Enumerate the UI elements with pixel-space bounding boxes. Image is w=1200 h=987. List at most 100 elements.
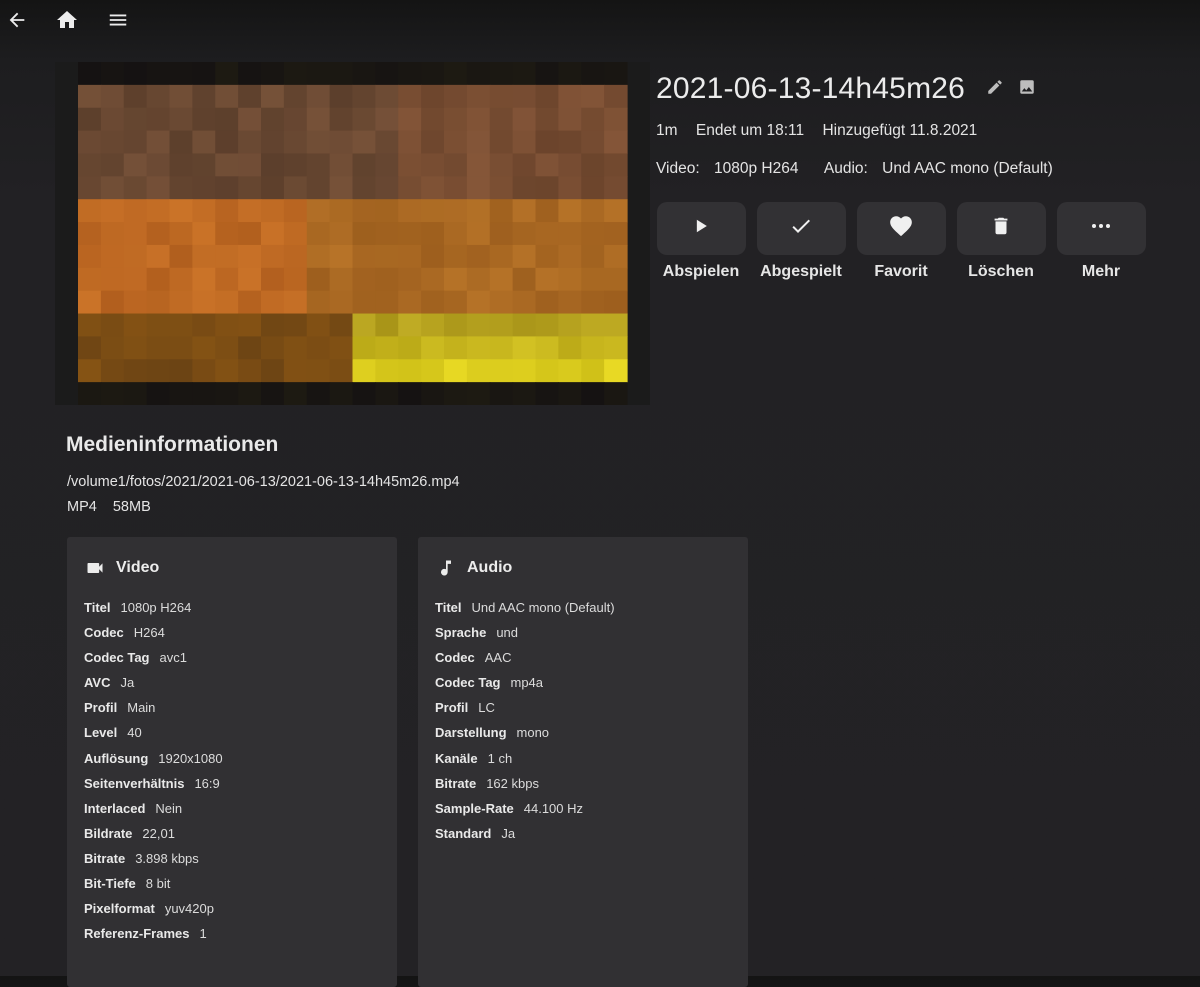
video-properties: Titel 1080p H264 Codec H264 Codec Tag avc1 AVC… — [84, 599, 223, 950]
menu-button[interactable] — [104, 6, 132, 34]
played-button[interactable]: Abgespielt — [756, 202, 846, 281]
property-key: Bitrate — [435, 775, 477, 791]
played-button-box[interactable] — [756, 202, 846, 255]
file-path: /volume1/fotos/2021/2021-06-13/2021-06-1… — [67, 474, 460, 490]
property-row: Bitrate 3.898 kbps — [84, 850, 223, 875]
play-label: Abspielen — [662, 263, 740, 280]
audio-stream-label: Audio: — [823, 160, 868, 177]
property-key: Darstellung — [435, 725, 507, 741]
video-card-header: Video — [85, 559, 159, 577]
image-icon — [1018, 78, 1036, 101]
arrow-left-icon — [6, 9, 28, 31]
property-key: Profil — [435, 700, 469, 716]
property-value: 22,01 — [142, 825, 175, 841]
date-added: Hinzugefügt 11.8.2021 — [822, 122, 978, 139]
play-icon — [691, 216, 711, 241]
property-value: Nein — [155, 800, 183, 816]
audio-properties: Titel Und AAC mono (Default) Sprache und Cod… — [435, 599, 615, 850]
property-value: 1 ch — [487, 750, 513, 766]
edit-images-button[interactable] — [1017, 79, 1037, 99]
meta-info: 1m Endet um 18:11 Hinzugefügt 11.8.2021 — [656, 122, 991, 140]
property-key: Titel — [435, 600, 462, 615]
property-row: Level 40 — [84, 724, 223, 749]
stream-info: Video: 1080p H264 Audio: Und AAC mono (D… — [656, 160, 1075, 178]
property-row: Bildrate 22,01 — [84, 825, 223, 850]
video-stream-value[interactable]: 1080p H264 — [714, 160, 798, 177]
property-key: Titel — [84, 600, 111, 615]
property-key: Auflösung — [84, 750, 149, 766]
video-info-card: Video Titel 1080p H264 Codec H264 Codec Tag a… — [67, 537, 397, 987]
pixelated-thumbnail — [55, 62, 650, 405]
property-row: Sample-Rate 44.100 Hz — [435, 800, 615, 825]
property-key: Sprache — [435, 625, 487, 641]
action-buttons: Abspielen Abgespielt Favorit Löschen Meh… — [656, 202, 1156, 281]
property-value: avc1 — [159, 650, 187, 666]
property-key: Sample-Rate — [435, 800, 514, 816]
property-key: Codec — [435, 650, 475, 666]
home-icon — [55, 8, 79, 32]
more-button-box[interactable] — [1056, 202, 1146, 255]
property-value: Main — [127, 700, 156, 716]
trash-icon — [990, 214, 1012, 243]
video-card-title: Video — [116, 559, 160, 576]
audio-info-card: Audio Titel Und AAC mono (Default) Sprache… — [418, 537, 748, 987]
property-row: Profil Main — [84, 699, 223, 724]
property-key: Codec Tag — [84, 650, 150, 666]
property-key: Standard — [435, 825, 492, 841]
property-key: Bitrate — [84, 850, 126, 866]
property-row: Profil LC — [435, 699, 615, 724]
checkmark-icon — [789, 214, 813, 243]
delete-button[interactable]: Löschen — [956, 202, 1046, 281]
property-key: Codec Tag — [435, 675, 501, 691]
heart-icon — [888, 213, 914, 244]
top-bar — [0, 0, 1200, 40]
property-row: Codec Tag mp4a — [435, 674, 615, 699]
videocam-icon — [85, 559, 105, 577]
property-row: Codec Tag avc1 — [84, 649, 223, 674]
property-value: 16:9 — [194, 775, 220, 791]
property-value: LC — [478, 700, 495, 716]
poster-image[interactable] — [55, 62, 650, 405]
property-value: AAC — [484, 650, 512, 666]
back-button[interactable] — [3, 6, 31, 34]
property-key: Bildrate — [84, 825, 133, 841]
title-row: 2021-06-13-14h45m26 — [656, 72, 1037, 106]
property-key: Pixelformat — [84, 901, 155, 917]
edit-metadata-button[interactable] — [985, 79, 1005, 99]
property-row: Codec AAC — [435, 649, 615, 674]
favorite-button-box[interactable] — [856, 202, 946, 255]
file-summary: MP4 58MB — [67, 499, 163, 515]
property-row: AVC Ja — [84, 674, 223, 699]
property-value: und — [496, 625, 519, 641]
property-row: Pixelformat yuv420p — [84, 900, 223, 925]
property-value: Ja — [501, 825, 516, 841]
hamburger-menu-icon — [107, 9, 129, 31]
property-key: Kanäle — [435, 750, 478, 766]
property-value: Ja — [120, 675, 135, 691]
property-row: Kanäle 1 ch — [435, 750, 615, 775]
property-value: mono — [516, 725, 550, 741]
more-button[interactable]: Mehr — [1056, 202, 1146, 281]
property-row: Interlaced Nein — [84, 800, 223, 825]
pencil-icon — [986, 78, 1004, 101]
property-value: 40 — [127, 725, 142, 741]
end-time: Endet um 18:11 — [695, 122, 805, 139]
favorite-button[interactable]: Favorit — [856, 202, 946, 281]
home-button[interactable] — [53, 6, 81, 34]
property-row: Auflösung 1920x1080 — [84, 750, 223, 775]
audio-stream-value[interactable]: Und AAC mono (Default) — [882, 160, 1053, 177]
delete-button-box[interactable] — [956, 202, 1046, 255]
play-button-box[interactable] — [656, 202, 746, 255]
property-row: Codec H264 — [84, 624, 223, 649]
property-key: Interlaced — [84, 800, 146, 816]
delete-label: Löschen — [968, 263, 1034, 280]
play-button[interactable]: Abspielen — [656, 202, 746, 281]
property-key: Seitenverhältnis — [84, 775, 185, 791]
property-value: Und AAC mono (Default) — [471, 600, 615, 615]
played-label: Abgespielt — [760, 263, 842, 280]
more-horizontal-icon — [1089, 214, 1113, 243]
runtime: 1m — [656, 122, 678, 139]
property-key: Profil — [84, 700, 118, 716]
audio-card-title: Audio — [467, 559, 513, 576]
property-row: Titel 1080p H264 — [84, 599, 223, 624]
